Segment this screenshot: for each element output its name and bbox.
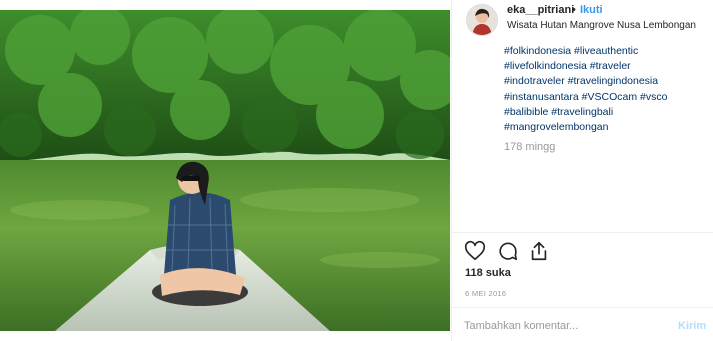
divider bbox=[452, 307, 713, 308]
hashtag-line[interactable]: #folkindonesia #liveauthentic bbox=[504, 44, 704, 59]
hashtag-line[interactable]: #instanusantara #VSCOcam #vsco bbox=[504, 90, 704, 105]
avatar[interactable] bbox=[466, 4, 498, 36]
post-date: 6 MEI 2016 bbox=[465, 289, 507, 298]
mangrove-photo-image bbox=[0, 10, 450, 331]
follow-button[interactable]: Ikuti bbox=[580, 4, 603, 16]
post-photo[interactable] bbox=[0, 10, 450, 331]
hashtag-line[interactable]: #mangrovelembongan bbox=[504, 120, 704, 135]
send-comment-button[interactable]: Kirim bbox=[678, 320, 706, 332]
avatar-image bbox=[467, 5, 497, 35]
hashtag-line[interactable]: #livefolkindonesia #traveler bbox=[504, 59, 704, 74]
caption: #folkindonesia #liveauthentic #livefolki… bbox=[504, 44, 704, 135]
share-icon[interactable] bbox=[528, 240, 550, 262]
separator-dot: • bbox=[572, 4, 576, 16]
heart-icon[interactable] bbox=[464, 240, 486, 262]
comment-icon[interactable] bbox=[497, 240, 519, 262]
username-link[interactable]: eka__pitriani bbox=[507, 4, 574, 16]
caption-timestamp: 178 mingg bbox=[504, 141, 556, 153]
location-link[interactable]: Wisata Hutan Mangrove Nusa Lembongan bbox=[507, 20, 696, 31]
hashtag-line[interactable]: #indotraveler #travelingindonesia bbox=[504, 74, 704, 89]
comment-input[interactable] bbox=[464, 317, 654, 335]
post-header: eka__pitriani • Ikuti Wisata Hutan Mangr… bbox=[452, 0, 713, 40]
divider bbox=[452, 232, 713, 233]
likes-count[interactable]: 118 suka bbox=[465, 267, 511, 279]
post-details-panel: eka__pitriani • Ikuti Wisata Hutan Mangr… bbox=[451, 0, 713, 341]
hashtag-line[interactable]: #balibible #travelingbali bbox=[504, 105, 704, 120]
